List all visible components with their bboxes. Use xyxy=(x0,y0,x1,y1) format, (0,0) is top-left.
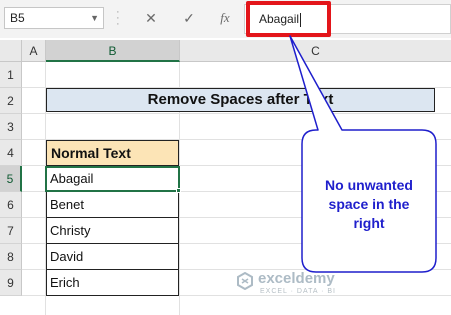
callout-shape xyxy=(289,35,437,273)
watermark: exceldemy EXCEL · DATA · BI xyxy=(236,270,356,300)
callout-text: No unwanted space in the right xyxy=(302,176,436,236)
callout-line-3: right xyxy=(353,215,385,231)
watermark-name: exceldemy xyxy=(258,270,335,287)
callout-outline xyxy=(289,35,437,273)
exceldemy-logo-icon xyxy=(237,272,253,290)
callout-line-2: space in the xyxy=(328,196,410,212)
callout-line-1: No unwanted xyxy=(325,177,413,193)
watermark-tagline: EXCEL · DATA · BI xyxy=(260,288,336,295)
